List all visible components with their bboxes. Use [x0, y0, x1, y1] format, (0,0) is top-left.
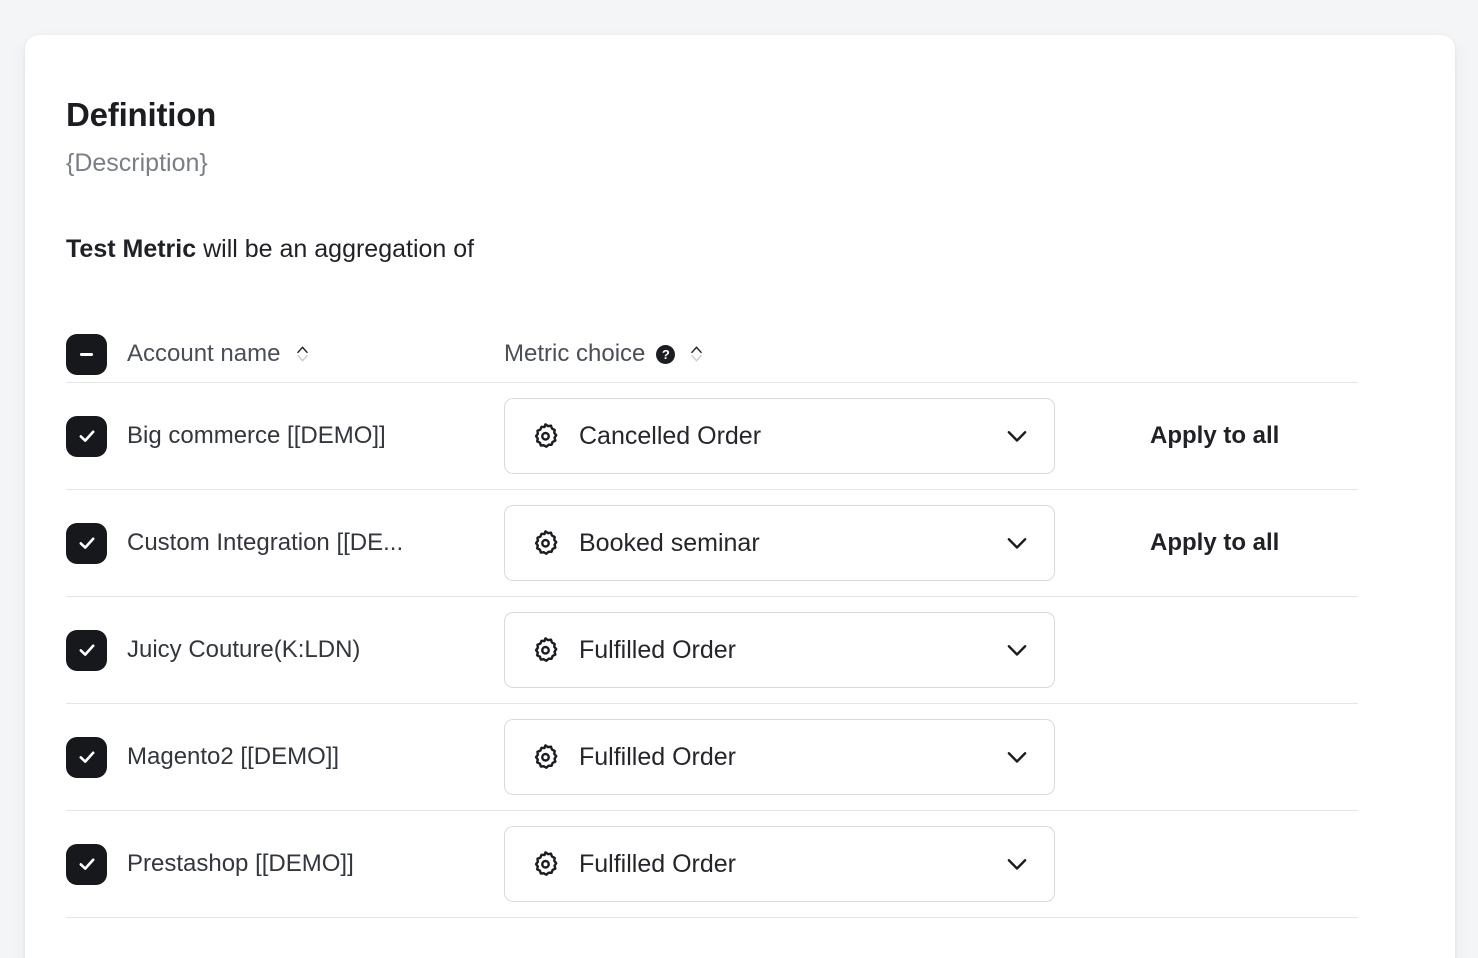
- gear-icon: [530, 421, 561, 452]
- chevron-down-icon[interactable]: [1002, 421, 1032, 451]
- metric-choice-cell: Booked seminar: [504, 505, 1124, 581]
- metric-choice-value: Fulfilled Order: [579, 636, 984, 665]
- apply-to-all-button[interactable]: Apply to all: [1150, 529, 1279, 557]
- gear-icon: [530, 528, 561, 559]
- metric-choice-dropdown[interactable]: Fulfilled Order: [504, 612, 1055, 688]
- apply-to-all-cell: Apply to all: [1124, 743, 1358, 771]
- apply-to-all-button[interactable]: Apply to all: [1150, 422, 1279, 450]
- aggregation-suffix: will be an aggregation of: [196, 235, 474, 263]
- apply-to-all-cell: Apply to all: [1124, 422, 1358, 450]
- card-description: {Description}: [66, 148, 1455, 178]
- table-body: Big commerce [[DEMO]] Cancelled Order Appl…: [66, 383, 1358, 918]
- account-name-cell: Prestashop [[DEMO]]: [127, 850, 504, 878]
- gear-icon: [530, 849, 561, 880]
- help-circle-icon[interactable]: ?: [656, 345, 675, 364]
- metric-choice-value: Cancelled Order: [579, 422, 984, 451]
- metric-choice-dropdown[interactable]: Booked seminar: [504, 505, 1055, 581]
- row-divider: [66, 917, 1358, 918]
- account-name-label: Magento2 [[DEMO]]: [127, 743, 339, 771]
- row-select-cell: [66, 416, 127, 457]
- aggregation-statement: Test Metric will be an aggregation of: [66, 234, 1455, 264]
- column-header-account-name-label: Account name: [127, 340, 280, 368]
- apply-to-all-cell: Apply to all: [1124, 636, 1358, 664]
- account-name-label: Custom Integration [[DE...: [127, 529, 403, 557]
- table-row: Magento2 [[DEMO]] Fulfilled Order Apply to…: [66, 704, 1358, 810]
- account-name-label: Prestashop [[DEMO]]: [127, 850, 354, 878]
- metric-choice-dropdown[interactable]: Cancelled Order: [504, 398, 1055, 474]
- column-header-metric-choice[interactable]: Metric choice ?: [504, 340, 1124, 368]
- table-row: Prestashop [[DEMO]] Fulfilled Order Apply …: [66, 811, 1358, 917]
- table-header-row: Account name Metric choice ?: [66, 326, 1358, 382]
- row-select-cell: [66, 523, 127, 564]
- account-name-label: Big commerce [[DEMO]]: [127, 422, 386, 450]
- row-checkbox[interactable]: [66, 416, 107, 457]
- chevron-down-icon[interactable]: [1002, 742, 1032, 772]
- metric-choice-value: Fulfilled Order: [579, 743, 984, 772]
- column-header-account-name[interactable]: Account name: [127, 340, 504, 368]
- row-select-cell: [66, 737, 127, 778]
- select-all-checkbox[interactable]: [66, 334, 107, 375]
- metric-choice-value: Booked seminar: [579, 529, 984, 558]
- metric-name: Test Metric: [66, 235, 196, 263]
- sort-chevrons-icon[interactable]: [292, 343, 312, 365]
- gear-icon: [530, 742, 561, 773]
- chevron-down-icon[interactable]: [1002, 849, 1032, 879]
- account-name-cell: Juicy Couture(K:LDN): [127, 636, 504, 664]
- app-page: Definition {Description} Test Metric wil…: [0, 0, 1478, 958]
- chevron-down-icon[interactable]: [1002, 528, 1032, 558]
- table-row: Custom Integration [[DE... Booked seminar…: [66, 490, 1358, 596]
- metric-choice-cell: Fulfilled Order: [504, 612, 1124, 688]
- accounts-table: Account name Metric choice ?: [66, 326, 1358, 918]
- row-checkbox[interactable]: [66, 844, 107, 885]
- table-row: Juicy Couture(K:LDN) Fulfilled Order Apply…: [66, 597, 1358, 703]
- row-checkbox[interactable]: [66, 523, 107, 564]
- account-name-cell: Custom Integration [[DE...: [127, 529, 504, 557]
- row-checkbox[interactable]: [66, 630, 107, 671]
- card-content: Definition {Description} Test Metric wil…: [25, 35, 1455, 918]
- select-all-cell: [66, 334, 127, 375]
- gear-icon: [530, 635, 561, 666]
- account-name-cell: Big commerce [[DEMO]]: [127, 422, 504, 450]
- page-title: Definition: [66, 97, 1455, 133]
- metric-choice-value: Fulfilled Order: [579, 850, 984, 879]
- metric-choice-cell: Fulfilled Order: [504, 719, 1124, 795]
- row-checkbox[interactable]: [66, 737, 107, 778]
- row-select-cell: [66, 844, 127, 885]
- table-row: Big commerce [[DEMO]] Cancelled Order Appl…: [66, 383, 1358, 489]
- metric-choice-dropdown[interactable]: Fulfilled Order: [504, 826, 1055, 902]
- apply-to-all-cell: Apply to all: [1124, 529, 1358, 557]
- metric-choice-dropdown[interactable]: Fulfilled Order: [504, 719, 1055, 795]
- row-select-cell: [66, 630, 127, 671]
- account-name-cell: Magento2 [[DEMO]]: [127, 743, 504, 771]
- metric-choice-cell: Fulfilled Order: [504, 826, 1124, 902]
- chevron-down-icon[interactable]: [1002, 635, 1032, 665]
- account-name-label: Juicy Couture(K:LDN): [127, 636, 360, 664]
- definition-card: Definition {Description} Test Metric wil…: [25, 35, 1455, 958]
- column-header-metric-choice-label: Metric choice: [504, 340, 645, 368]
- sort-chevrons-icon[interactable]: [686, 343, 706, 365]
- apply-to-all-cell: Apply to all: [1124, 850, 1358, 878]
- metric-choice-cell: Cancelled Order: [504, 398, 1124, 474]
